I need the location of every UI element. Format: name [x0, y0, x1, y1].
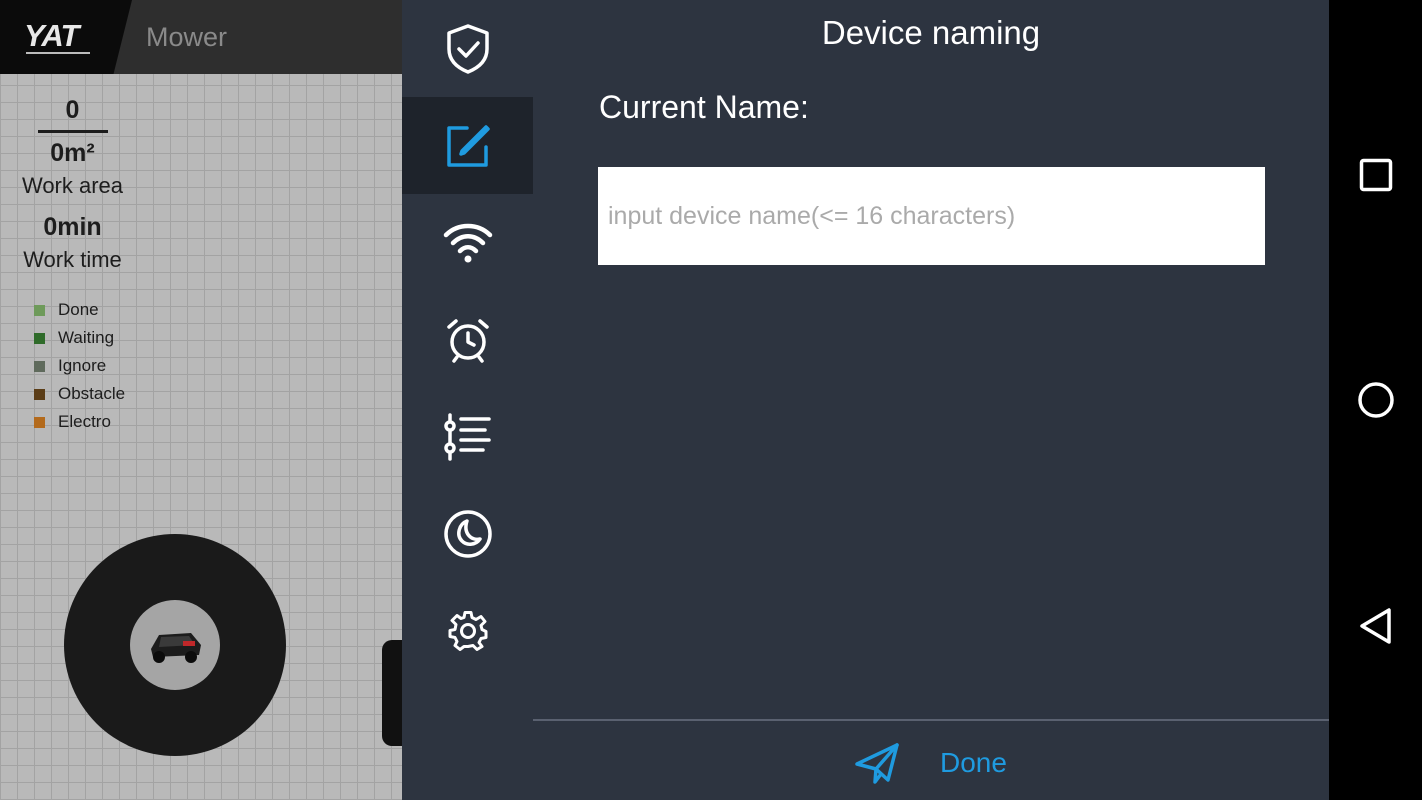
legend-swatch [34, 388, 45, 400]
work-stats: 0 0m² Work area 0min Work time [0, 96, 145, 273]
recents-icon [1359, 158, 1392, 192]
back-button[interactable] [1329, 596, 1422, 656]
legend-label: Ignore [58, 356, 107, 375]
device-name-input[interactable] [598, 167, 1265, 265]
done-button[interactable]: Done [854, 738, 1007, 788]
stat-work-area-label: Work area [21, 173, 124, 198]
alarm-clock-icon [446, 318, 489, 363]
edit-icon [446, 124, 490, 167]
nav-item-settings[interactable] [402, 582, 533, 679]
dialog-title: Device naming [821, 14, 1041, 51]
joystick-knob[interactable] [130, 600, 220, 690]
legend-swatch [34, 332, 45, 344]
stat-divider [37, 130, 108, 133]
current-name-label: Current Name: [599, 89, 809, 125]
logo-block: YAT [0, 0, 132, 74]
drawer-handle[interactable] [382, 640, 402, 746]
home-icon [1357, 382, 1394, 418]
moon-icon [443, 509, 492, 558]
nav-item-night-mode[interactable] [402, 485, 533, 582]
legend-item-ignore: Ignore [34, 352, 125, 380]
app-top-bar: YAT Mower [0, 0, 402, 74]
legend-label: Electro [58, 412, 111, 431]
nav-item-settings-list[interactable] [402, 388, 533, 485]
legend-label: Done [58, 300, 99, 319]
legend-swatch [34, 416, 45, 428]
app-logo: YAT [24, 18, 79, 53]
device-naming-panel: Device naming Current Name: Done [402, 0, 1329, 800]
legend-label: Obstacle [58, 384, 126, 403]
legend-swatch [34, 360, 45, 372]
stat-work-time-label: Work time [23, 247, 122, 272]
logo-swoosh [26, 52, 90, 54]
gear-icon [448, 610, 487, 651]
legend-label: Waiting [58, 328, 115, 347]
nav-item-device-naming[interactable] [402, 97, 533, 194]
mower-robot-icon [151, 633, 201, 663]
wifi-icon [443, 223, 492, 262]
sliders-list-icon [443, 412, 491, 461]
send-icon [855, 743, 899, 784]
stat-count: 0 [65, 96, 80, 124]
legend-item-electro: Electro [34, 408, 125, 436]
map-legend: Done Waiting Ignore Obstacle Electro [34, 296, 125, 436]
stat-work-area-value: 0m² [50, 139, 95, 167]
shield-check-icon [446, 23, 489, 74]
back-icon [1359, 608, 1391, 644]
joystick-pad[interactable] [64, 534, 286, 756]
home-button[interactable] [1329, 370, 1422, 430]
stat-work-time-value: 0min [43, 213, 102, 241]
legend-item-done: Done [34, 296, 125, 324]
mower-app-background: YAT Mower 0 0m² Work area 0min Work time… [0, 0, 402, 800]
legend-item-waiting: Waiting [34, 324, 125, 352]
footer-divider [533, 719, 1329, 721]
nav-item-security[interactable] [402, 0, 533, 97]
android-nav-bar [1329, 0, 1422, 800]
settings-side-nav [402, 0, 533, 800]
legend-swatch [34, 304, 45, 316]
legend-item-obstacle: Obstacle [34, 380, 125, 408]
nav-item-schedule[interactable] [402, 291, 533, 388]
app-title: Mower [146, 22, 228, 52]
nav-item-wifi[interactable] [402, 194, 533, 291]
recents-button[interactable] [1329, 145, 1422, 205]
done-label: Done [940, 747, 1007, 778]
